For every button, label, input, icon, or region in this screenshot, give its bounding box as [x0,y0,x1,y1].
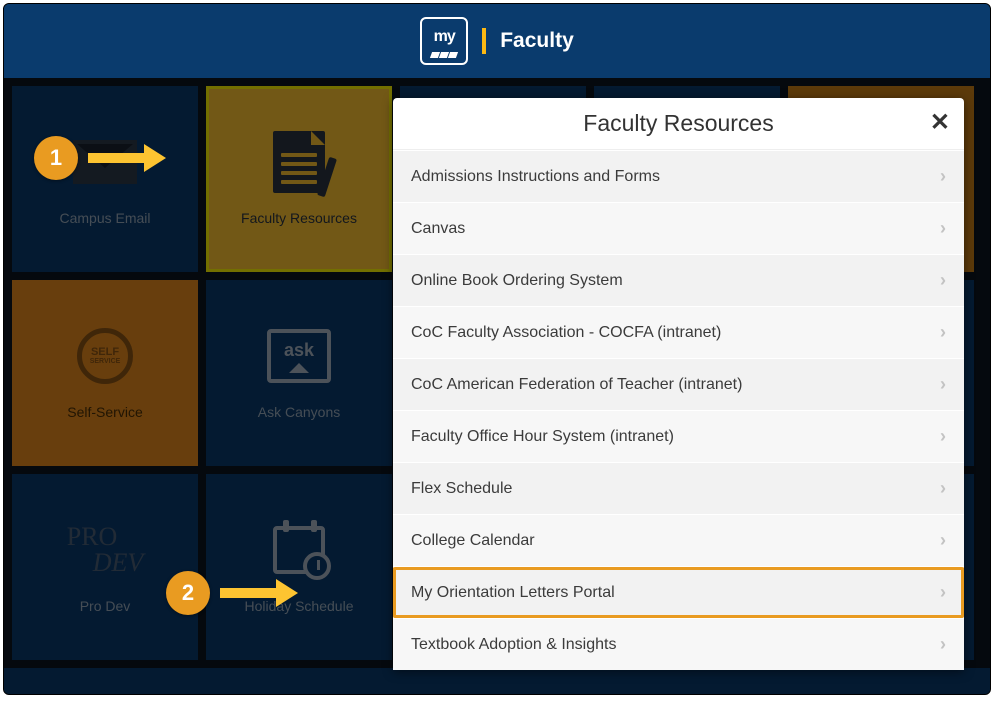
tile-label: Campus Email [59,210,150,226]
step-2-badge: 2 [166,571,210,615]
chevron-right-icon: › [940,478,946,499]
page-title: Faculty [500,29,574,53]
chevron-right-icon: › [940,530,946,551]
prodev-icon: PRODEV [70,520,140,580]
tile-label: Self-Service [67,404,142,420]
tile-label: Pro Dev [80,598,131,614]
logo-text: my [434,29,455,45]
panel-item[interactable]: Admissions Instructions and Forms › [393,150,964,202]
app-header: my Faculty [4,4,990,78]
panel-item[interactable]: Online Book Ordering System › [393,254,964,306]
tile-label: Faculty Resources [241,210,357,226]
panel-item-label: CoC Faculty Association - COCFA (intrane… [411,324,721,342]
panel-item[interactable]: My Orientation Letters Portal › [393,566,964,618]
panel-item-label: College Calendar [411,532,535,550]
chevron-right-icon: › [940,374,946,395]
step-1-callout: 1 [34,136,166,180]
chevron-right-icon: › [940,322,946,343]
self-service-icon: SELFSERVICE [70,326,140,386]
panel-item-label: CoC American Federation of Teacher (intr… [411,376,742,394]
faculty-resources-panel: Faculty Resources ✕ Admissions Instructi… [393,98,964,670]
tile-holiday-schedule[interactable]: Holiday Schedule [206,474,392,660]
panel-item[interactable]: College Calendar › [393,514,964,566]
app-frame: my Faculty Campus Email Faculty Resource… [3,3,991,695]
tile-label: Ask Canyons [258,404,340,420]
step-1-badge: 1 [34,136,78,180]
ask-icon: ask [264,326,334,386]
panel-item-label: Textbook Adoption & Insights [411,636,616,654]
chevron-right-icon: › [940,582,946,603]
chevron-right-icon: › [940,426,946,447]
tile-ask-canyons[interactable]: ask Ask Canyons [206,280,392,466]
panel-item-label: Canvas [411,220,465,238]
panel-item[interactable]: Flex Schedule › [393,462,964,514]
tile-self-service[interactable]: SELFSERVICE Self-Service [12,280,198,466]
arrow-right-icon [220,584,298,602]
panel-item-label: Flex Schedule [411,480,512,498]
panel-item[interactable]: CoC American Federation of Teacher (intr… [393,358,964,410]
panel-list: Admissions Instructions and Forms›Canvas… [393,150,964,670]
panel-item-label: My Orientation Letters Portal [411,584,615,602]
panel-header: Faculty Resources ✕ [393,98,964,150]
panel-item[interactable]: Canvas › [393,202,964,254]
panel-item[interactable]: CoC Faculty Association - COCFA (intrane… [393,306,964,358]
panel-item[interactable]: Textbook Adoption & Insights › [393,618,964,670]
my-logo-icon: my [420,17,468,65]
chevron-right-icon: › [940,218,946,239]
panel-item-label: Online Book Ordering System [411,272,623,290]
close-icon[interactable]: ✕ [930,108,950,137]
document-pen-icon [264,132,334,192]
chevron-right-icon: › [940,270,946,291]
tile-pro-dev[interactable]: PRODEV Pro Dev [12,474,198,660]
chevron-right-icon: › [940,166,946,187]
panel-item-label: Admissions Instructions and Forms [411,168,660,186]
step-2-callout: 2 [166,571,298,615]
panel-title: Faculty Resources [583,110,773,137]
panel-item[interactable]: Faculty Office Hour System (intranet) › [393,410,964,462]
arrow-right-icon [88,149,166,167]
chevron-right-icon: › [940,634,946,655]
tile-faculty-resources[interactable]: Faculty Resources [206,86,392,272]
header-divider [482,28,486,54]
panel-item-label: Faculty Office Hour System (intranet) [411,428,674,446]
